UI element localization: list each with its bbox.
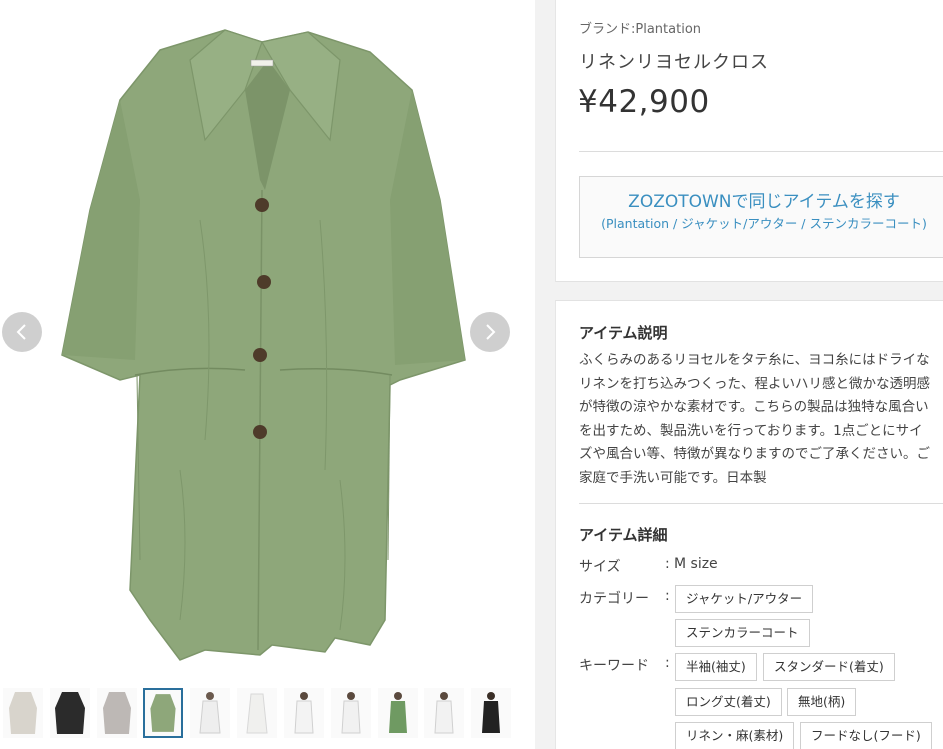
divider: [579, 503, 943, 504]
category-label: カテゴリー: [579, 591, 649, 607]
item-description-title: アイテム説明: [579, 324, 668, 342]
chevron-right-icon: [486, 324, 496, 340]
keyword-chip-plain[interactable]: 無地(柄): [787, 688, 857, 716]
brand-link[interactable]: Plantation: [635, 22, 701, 37]
thumbnail-2[interactable]: [50, 688, 90, 738]
previous-image-button[interactable]: [2, 312, 42, 352]
thumbnail-7[interactable]: [284, 688, 324, 738]
keyword-chip-short-sleeve[interactable]: 半袖(袖丈): [675, 653, 757, 681]
item-details-title: アイテム詳細: [579, 526, 668, 544]
product-gallery: [0, 0, 535, 749]
product-name: リネンリヨセルクロス: [579, 52, 769, 73]
thumbnail-11[interactable]: [471, 688, 511, 738]
size-value: M size: [674, 556, 718, 572]
thumbnail-strip: [0, 686, 535, 742]
category-chip-stand-collar-coat[interactable]: ステンカラーコート: [675, 619, 810, 647]
brand-prefix: ブランド:: [579, 22, 636, 37]
thumbnail-3[interactable]: [97, 688, 137, 738]
column-gap: [535, 0, 555, 749]
thumbnail-10[interactable]: [424, 688, 464, 738]
category-chip-jacket-outer[interactable]: ジャケット/アウター: [675, 585, 814, 613]
thumbnail-4[interactable]: [143, 688, 183, 738]
zozotown-search-title: ZOZOTOWNで同じアイテムを探す: [628, 192, 900, 212]
keyword-chip-no-hood[interactable]: フードなし(フード): [800, 722, 932, 749]
divider: [579, 151, 943, 152]
keyword-chip-standard-length[interactable]: スタンダード(着丈): [763, 653, 895, 681]
brand-line: ブランド:Plantation: [579, 18, 701, 37]
thumbnail-5[interactable]: [190, 688, 230, 738]
thumbnail-1[interactable]: [3, 688, 43, 738]
product-info-panel: アイテム説明 ふくらみのあるリヨセルをタテ糸に、ヨコ糸にはドライな リネンを打ち…: [555, 300, 943, 749]
thumbnail-6[interactable]: [237, 688, 277, 738]
keyword-colon: :: [665, 655, 670, 671]
product-summary-panel: ブランド:Plantation リネンリヨセルクロス ¥42,900 ZOZOT…: [555, 0, 943, 282]
keyword-chip-long-length[interactable]: ロング丈(着丈): [675, 688, 782, 716]
next-image-button[interactable]: [470, 312, 510, 352]
zozotown-search-button[interactable]: ZOZOTOWNで同じアイテムを探す (Plantation / ジャケット/ア…: [579, 176, 943, 258]
chevron-left-icon: [16, 324, 26, 340]
thumbnail-8[interactable]: [331, 688, 371, 738]
product-price: ¥42,900: [578, 84, 710, 120]
item-description-text: ふくらみのあるリヨセルをタテ糸に、ヨコ糸にはドライな リネンを打ち込みつくった、…: [579, 352, 930, 486]
keyword-label: キーワード: [579, 658, 649, 674]
keyword-chip-linen[interactable]: リネン・麻(素材): [675, 722, 795, 749]
size-label: サイズ: [579, 559, 621, 575]
size-colon: :: [665, 556, 670, 572]
thumbnail-9[interactable]: [378, 688, 418, 738]
zozotown-search-path: (Plantation / ジャケット/アウター / ステンカラーコート): [601, 216, 927, 231]
product-main-image: [61, 29, 466, 661]
category-colon: :: [665, 588, 670, 604]
